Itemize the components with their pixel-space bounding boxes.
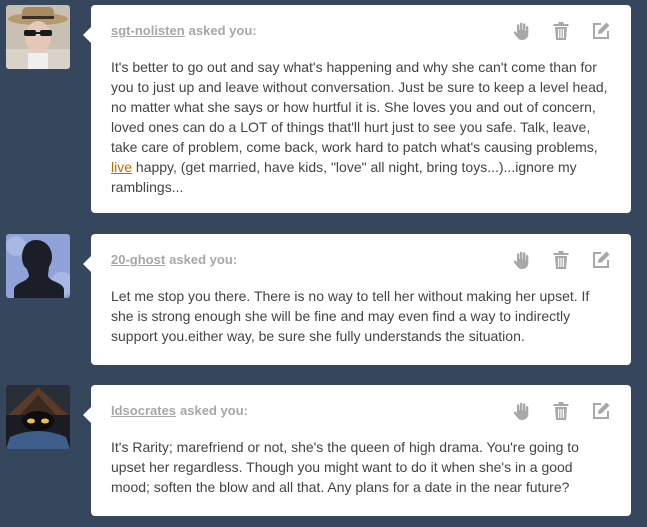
asked-label: asked you:	[188, 23, 257, 38]
ask-card: Idsocrates asked you: It's Rarity; marefr…	[83, 385, 631, 516]
trash-icon[interactable]	[551, 401, 571, 421]
post-controls	[511, 250, 611, 270]
avatar[interactable]	[6, 385, 70, 449]
card-notch	[83, 256, 91, 272]
trash-icon[interactable]	[551, 250, 571, 270]
avatar[interactable]	[6, 5, 70, 69]
question-text: Let me stop you there. There is no way t…	[111, 288, 590, 344]
hand-icon[interactable]	[511, 401, 531, 421]
avatar[interactable]	[6, 234, 70, 298]
card-notch	[83, 27, 91, 43]
answer-text: It's better to go out and say what's hap…	[111, 57, 613, 197]
edit-icon[interactable]	[591, 401, 611, 421]
asker-line: Idsocrates asked you:	[111, 403, 248, 418]
ask-card: sgt-nolisten asked you: It's better to go…	[83, 5, 631, 213]
asker-link[interactable]: Idsocrates	[111, 403, 176, 418]
hand-icon[interactable]	[511, 250, 531, 270]
edit-icon[interactable]	[591, 250, 611, 270]
asked-label: asked you:	[180, 403, 248, 418]
asked-label: asked you:	[169, 252, 238, 267]
asker-line: sgt-nolisten asked you:	[111, 23, 257, 38]
edit-icon[interactable]	[591, 21, 611, 41]
card-notch	[83, 407, 91, 423]
inline-link[interactable]: live	[111, 159, 132, 175]
post-controls	[511, 401, 611, 421]
question-text-part-2: happy, (get married, have kids, "love" a…	[111, 159, 577, 195]
trash-icon[interactable]	[551, 21, 571, 41]
question-text: It's Rarity; marefriend or not, she's th…	[111, 439, 579, 495]
asker-link[interactable]: sgt-nolisten	[111, 23, 185, 38]
hand-icon[interactable]	[511, 21, 531, 41]
question-text-part-1: It's better to go out and say what's hap…	[111, 59, 608, 155]
post-controls	[511, 21, 611, 41]
asker-link[interactable]: 20-ghost	[111, 252, 165, 267]
asker-line: 20-ghost asked you:	[111, 252, 237, 267]
ask-card: 20-ghost asked you: Let me stop you there…	[83, 234, 631, 365]
